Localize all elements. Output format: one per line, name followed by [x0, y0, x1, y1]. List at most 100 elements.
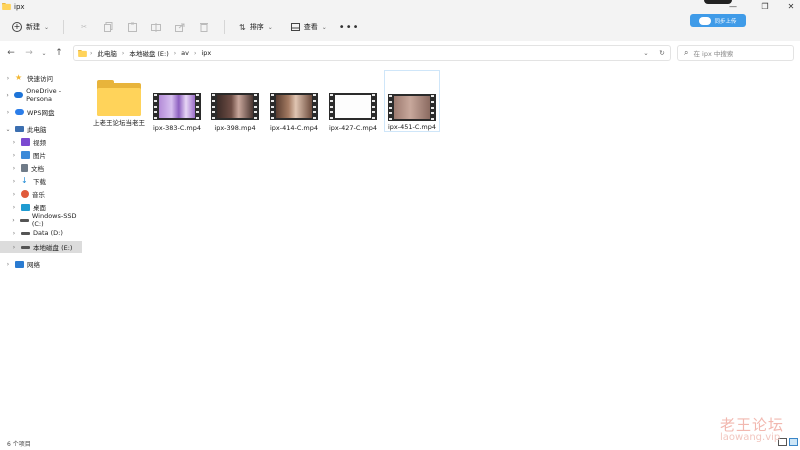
cut-button[interactable]: ✂: [72, 18, 96, 36]
pictures-icon: [21, 151, 30, 159]
up-button[interactable]: ↑: [50, 44, 68, 62]
delete-button[interactable]: [192, 18, 216, 36]
file-item-video[interactable]: ipx-414-C.mp4: [266, 70, 322, 132]
expand-chevron-icon[interactable]: ›: [10, 217, 17, 224]
expand-chevron-icon[interactable]: ⌄: [4, 126, 12, 133]
title-bar: ipx: [0, 0, 800, 13]
sidebar-item-quick-access[interactable]: › ★ 快速访问: [0, 72, 82, 84]
sidebar-item-label: 视频: [33, 139, 46, 147]
sidebar-item-music[interactable]: › 音乐: [0, 188, 82, 200]
expand-chevron-icon[interactable]: ›: [10, 139, 18, 146]
rename-icon: [151, 22, 162, 32]
sidebar-item-this-pc[interactable]: ⌄ 此电脑: [0, 123, 82, 135]
file-item-video[interactable]: ipx-427-C.mp4: [325, 70, 381, 132]
breadcrumb-drive-e[interactable]: 本地磁盘 (E:): [129, 48, 168, 58]
expand-chevron-icon[interactable]: ›: [10, 191, 18, 198]
view-button[interactable]: 查看 ⌄: [285, 18, 333, 36]
breadcrumb-this-pc[interactable]: 此电脑: [97, 48, 117, 58]
more-options-button[interactable]: •••: [333, 22, 366, 33]
address-dropdown-button[interactable]: ⌄: [638, 49, 654, 57]
video-thumbnail: [329, 93, 377, 121]
video-icon: [21, 138, 30, 146]
sidebar-item-wps[interactable]: › WPS网盘: [0, 106, 82, 118]
trash-icon: [200, 23, 209, 32]
network-icon: [15, 260, 24, 268]
expand-chevron-icon[interactable]: ›: [10, 165, 18, 172]
breadcrumb-ipx[interactable]: ipx: [201, 49, 211, 57]
back-button[interactable]: ←: [2, 44, 20, 62]
file-name: ipx-451-C.mp4: [387, 123, 437, 131]
expand-chevron-icon[interactable]: ›: [10, 230, 18, 237]
expand-chevron-icon[interactable]: ›: [4, 109, 12, 116]
file-name: ipx-427-C.mp4: [328, 124, 378, 132]
file-item-video[interactable]: ipx-451-C.mp4: [384, 70, 440, 132]
sidebar-item-network[interactable]: › 网络: [0, 258, 82, 270]
share-button[interactable]: [168, 18, 192, 36]
drive-icon: [21, 245, 30, 249]
sidebar-item-label: 下载: [33, 178, 46, 186]
paste-button[interactable]: [120, 18, 144, 36]
sidebar-item-label: 快速访问: [27, 75, 53, 83]
sidebar-item-videos[interactable]: › 视频: [0, 136, 82, 148]
star-icon: ★: [15, 73, 23, 82]
expand-chevron-icon[interactable]: ›: [4, 75, 12, 82]
expand-chevron-icon[interactable]: ›: [10, 244, 18, 251]
file-item-video[interactable]: ipx-398.mp4: [207, 70, 263, 132]
minimize-button[interactable]: —: [716, 0, 750, 13]
sidebar-item-downloads[interactable]: › ↓ 下载: [0, 175, 82, 187]
share-icon: [175, 23, 185, 32]
sort-button[interactable]: ⇅ 排序 ⌄: [233, 18, 279, 36]
sidebar-item-drive-d[interactable]: › Data (D:): [0, 227, 82, 239]
cloud-sync-button[interactable]: 同步上传: [690, 14, 746, 27]
file-item-video[interactable]: ipx-383-C.mp4: [149, 70, 205, 132]
cloud-icon: [14, 92, 24, 98]
expand-chevron-icon[interactable]: ›: [10, 152, 18, 159]
sidebar-item-pictures[interactable]: › 图片: [0, 149, 82, 161]
sidebar-item-drive-e[interactable]: › 本地磁盘 (E:): [0, 241, 82, 253]
sidebar-item-onedrive[interactable]: › OneDrive - Persona: [0, 87, 82, 103]
sidebar-item-label: Data (D:): [33, 229, 63, 237]
expand-chevron-icon[interactable]: ›: [4, 261, 12, 268]
plus-icon: +: [12, 22, 22, 32]
copy-button[interactable]: [96, 18, 120, 36]
recent-locations-button[interactable]: ⌄: [38, 44, 50, 62]
address-bar[interactable]: › 此电脑 › 本地磁盘 (E:) › av › ipx ⌄ ↻: [73, 45, 671, 61]
search-box[interactable]: ⌕ 在 ipx 中搜索: [677, 45, 794, 61]
sidebar-item-label: Windows-SSD (C:): [31, 212, 77, 228]
new-button[interactable]: + 新建 ⌄: [6, 18, 55, 36]
file-item-folder[interactable]: 上老王论坛当老王: [91, 70, 147, 132]
wps-cloud-icon: [15, 109, 24, 115]
drive-icon: [21, 231, 30, 235]
arrow-right-icon: →: [25, 48, 33, 58]
computer-icon: [15, 126, 24, 132]
folder-icon: [78, 49, 87, 57]
rename-button[interactable]: [144, 18, 168, 36]
sidebar-item-label: 文档: [31, 165, 44, 173]
breadcrumb-av[interactable]: av: [181, 49, 189, 57]
chevron-down-icon: ⌄: [267, 23, 273, 31]
sidebar-item-label: WPS网盘: [27, 109, 55, 117]
video-thumbnail: [153, 93, 201, 121]
chevron-right-icon: ›: [173, 49, 177, 57]
sidebar-item-documents[interactable]: › 文档: [0, 162, 82, 174]
refresh-button[interactable]: ↻: [654, 49, 670, 57]
arrow-left-icon: ←: [7, 48, 15, 58]
chevron-down-icon: ⌄: [321, 23, 327, 31]
sidebar-item-drive-c[interactable]: › Windows-SSD (C:): [0, 212, 82, 228]
forward-button[interactable]: →: [20, 44, 38, 62]
address-row: ← → ⌄ ↑ › 此电脑 › 本地磁盘 (E:) › av › ipx ⌄ ↻…: [0, 41, 800, 65]
cloud-sync-label: 同步上传: [714, 18, 737, 25]
close-button[interactable]: ✕: [774, 0, 800, 13]
download-icon: ↓: [21, 176, 28, 185]
clipboard-icon: [127, 22, 137, 32]
expand-chevron-icon[interactable]: ›: [4, 92, 11, 99]
view-label: 查看: [303, 23, 318, 31]
folder-icon: [97, 80, 141, 116]
sidebar-item-label: 本地磁盘 (E:): [33, 244, 73, 252]
expand-chevron-icon[interactable]: ›: [10, 178, 18, 185]
copy-icon: [103, 22, 113, 32]
scissors-icon: ✂: [81, 23, 87, 31]
large-icons-view-icon[interactable]: [789, 438, 798, 446]
expand-chevron-icon[interactable]: ›: [10, 204, 18, 211]
watermark-url: laowang.vip: [720, 432, 781, 443]
